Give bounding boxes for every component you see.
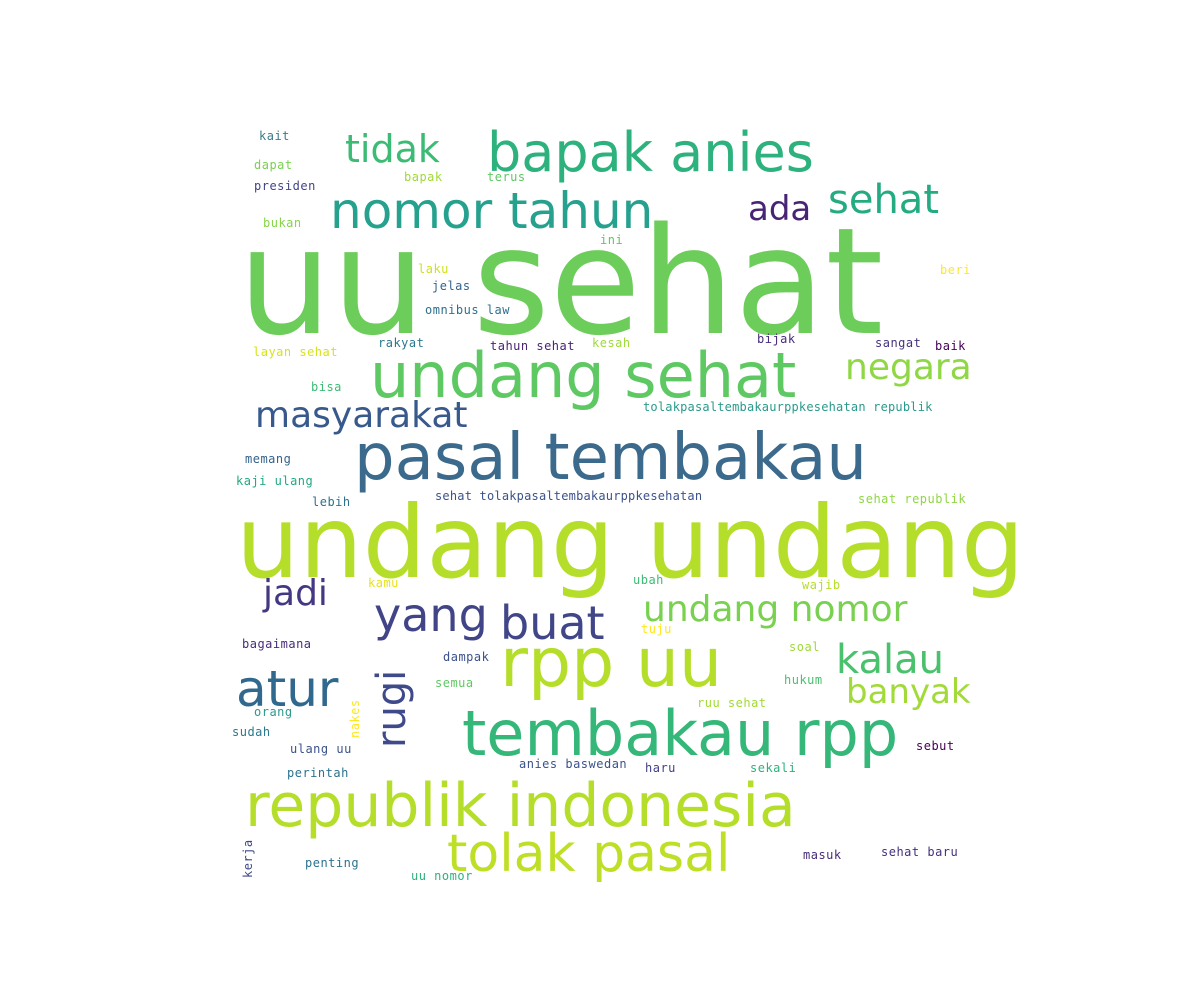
- word-presiden: presiden: [254, 179, 316, 193]
- word-baik: baik: [935, 339, 966, 353]
- word-banyak: banyak: [846, 672, 971, 712]
- word-soal: soal: [789, 640, 820, 654]
- word-ruu-sehat: ruu sehat: [697, 696, 767, 710]
- word-dapat: dapat: [254, 158, 293, 172]
- word-kesah: kesah: [592, 336, 631, 350]
- word-nakes: nakes: [348, 699, 362, 738]
- word-penting: penting: [305, 856, 360, 870]
- word-sehat-tolakpasaltembakaurppkesehatan: sehat tolakpasaltembakaurppkesehatan: [435, 489, 703, 503]
- word-laku: laku: [418, 262, 449, 276]
- word-perintah: perintah: [287, 766, 349, 780]
- word-jelas: jelas: [432, 279, 471, 293]
- word-tolakpasaltembakaurppkesehatan-republik: tolakpasaltembakaurppkesehatan republik: [643, 400, 933, 414]
- word-ada: ada: [748, 189, 812, 229]
- word-tembakau-rpp: tembakau rpp: [462, 697, 899, 770]
- word-bagaimana: bagaimana: [242, 637, 312, 651]
- word-sudah: sudah: [232, 725, 271, 739]
- word-wajib: wajib: [802, 578, 841, 592]
- word-dampak: dampak: [443, 650, 490, 664]
- word-kerja: kerja: [241, 839, 255, 878]
- word-memang: memang: [245, 452, 292, 466]
- word-yang: yang: [374, 588, 488, 642]
- word-ulang-uu: ulang uu: [290, 742, 352, 756]
- word-jadi: jadi: [263, 573, 328, 614]
- word-hukum: hukum: [784, 673, 823, 687]
- word-beri: beri: [940, 263, 971, 277]
- word-undang-undang: undang undang: [236, 484, 1025, 601]
- word-sebut: sebut: [916, 739, 955, 753]
- word-sehat: sehat: [828, 177, 939, 223]
- word-tidak: tidak: [345, 127, 440, 171]
- word-tahun-sehat: tahun sehat: [490, 339, 575, 353]
- word-sekali: sekali: [750, 761, 797, 775]
- word-sangat: sangat: [875, 336, 922, 350]
- word-cloud: uu sehat undang undang pasal tembakau re…: [0, 0, 1200, 1000]
- word-undang-nomor: undang nomor: [643, 589, 908, 630]
- word-masyarakat: masyarakat: [255, 395, 468, 436]
- word-bisa: bisa: [311, 380, 342, 394]
- word-lebih: lebih: [312, 495, 351, 509]
- word-uu-nomor: uu nomor: [411, 869, 473, 883]
- word-kait: kait: [259, 129, 290, 143]
- word-orang: orang: [254, 705, 293, 719]
- word-rugi: rugi: [369, 669, 415, 748]
- word-bijak: bijak: [757, 332, 796, 346]
- word-masuk: masuk: [803, 848, 842, 862]
- word-bapak: bapak: [404, 170, 443, 184]
- word-rakyat: rakyat: [378, 336, 425, 350]
- word-tuju: tuju: [641, 622, 672, 636]
- word-kamu: kamu: [368, 576, 399, 590]
- word-bukan: bukan: [263, 216, 302, 230]
- word-sehat-republik: sehat republik: [858, 492, 967, 506]
- word-tolak-pasal: tolak pasal: [447, 824, 731, 884]
- word-kaji-ulang: kaji ulang: [236, 474, 314, 488]
- word-sehat-baru: sehat baru: [881, 845, 959, 859]
- word-haru: haru: [645, 761, 676, 775]
- word-semua: semua: [435, 676, 474, 690]
- word-layan-sehat: layan sehat: [253, 345, 338, 359]
- word-anies-baswedan: anies baswedan: [519, 757, 628, 771]
- word-terus: terus: [487, 170, 526, 184]
- word-negara: negara: [845, 347, 972, 388]
- word-ini: ini: [600, 233, 624, 247]
- word-nomor-tahun: nomor tahun: [330, 182, 654, 240]
- word-bapak-anies: bapak anies: [487, 121, 814, 184]
- word-ubah: ubah: [633, 573, 664, 587]
- word-omnibus-law: omnibus law: [425, 303, 510, 317]
- word-buat: buat: [500, 596, 605, 650]
